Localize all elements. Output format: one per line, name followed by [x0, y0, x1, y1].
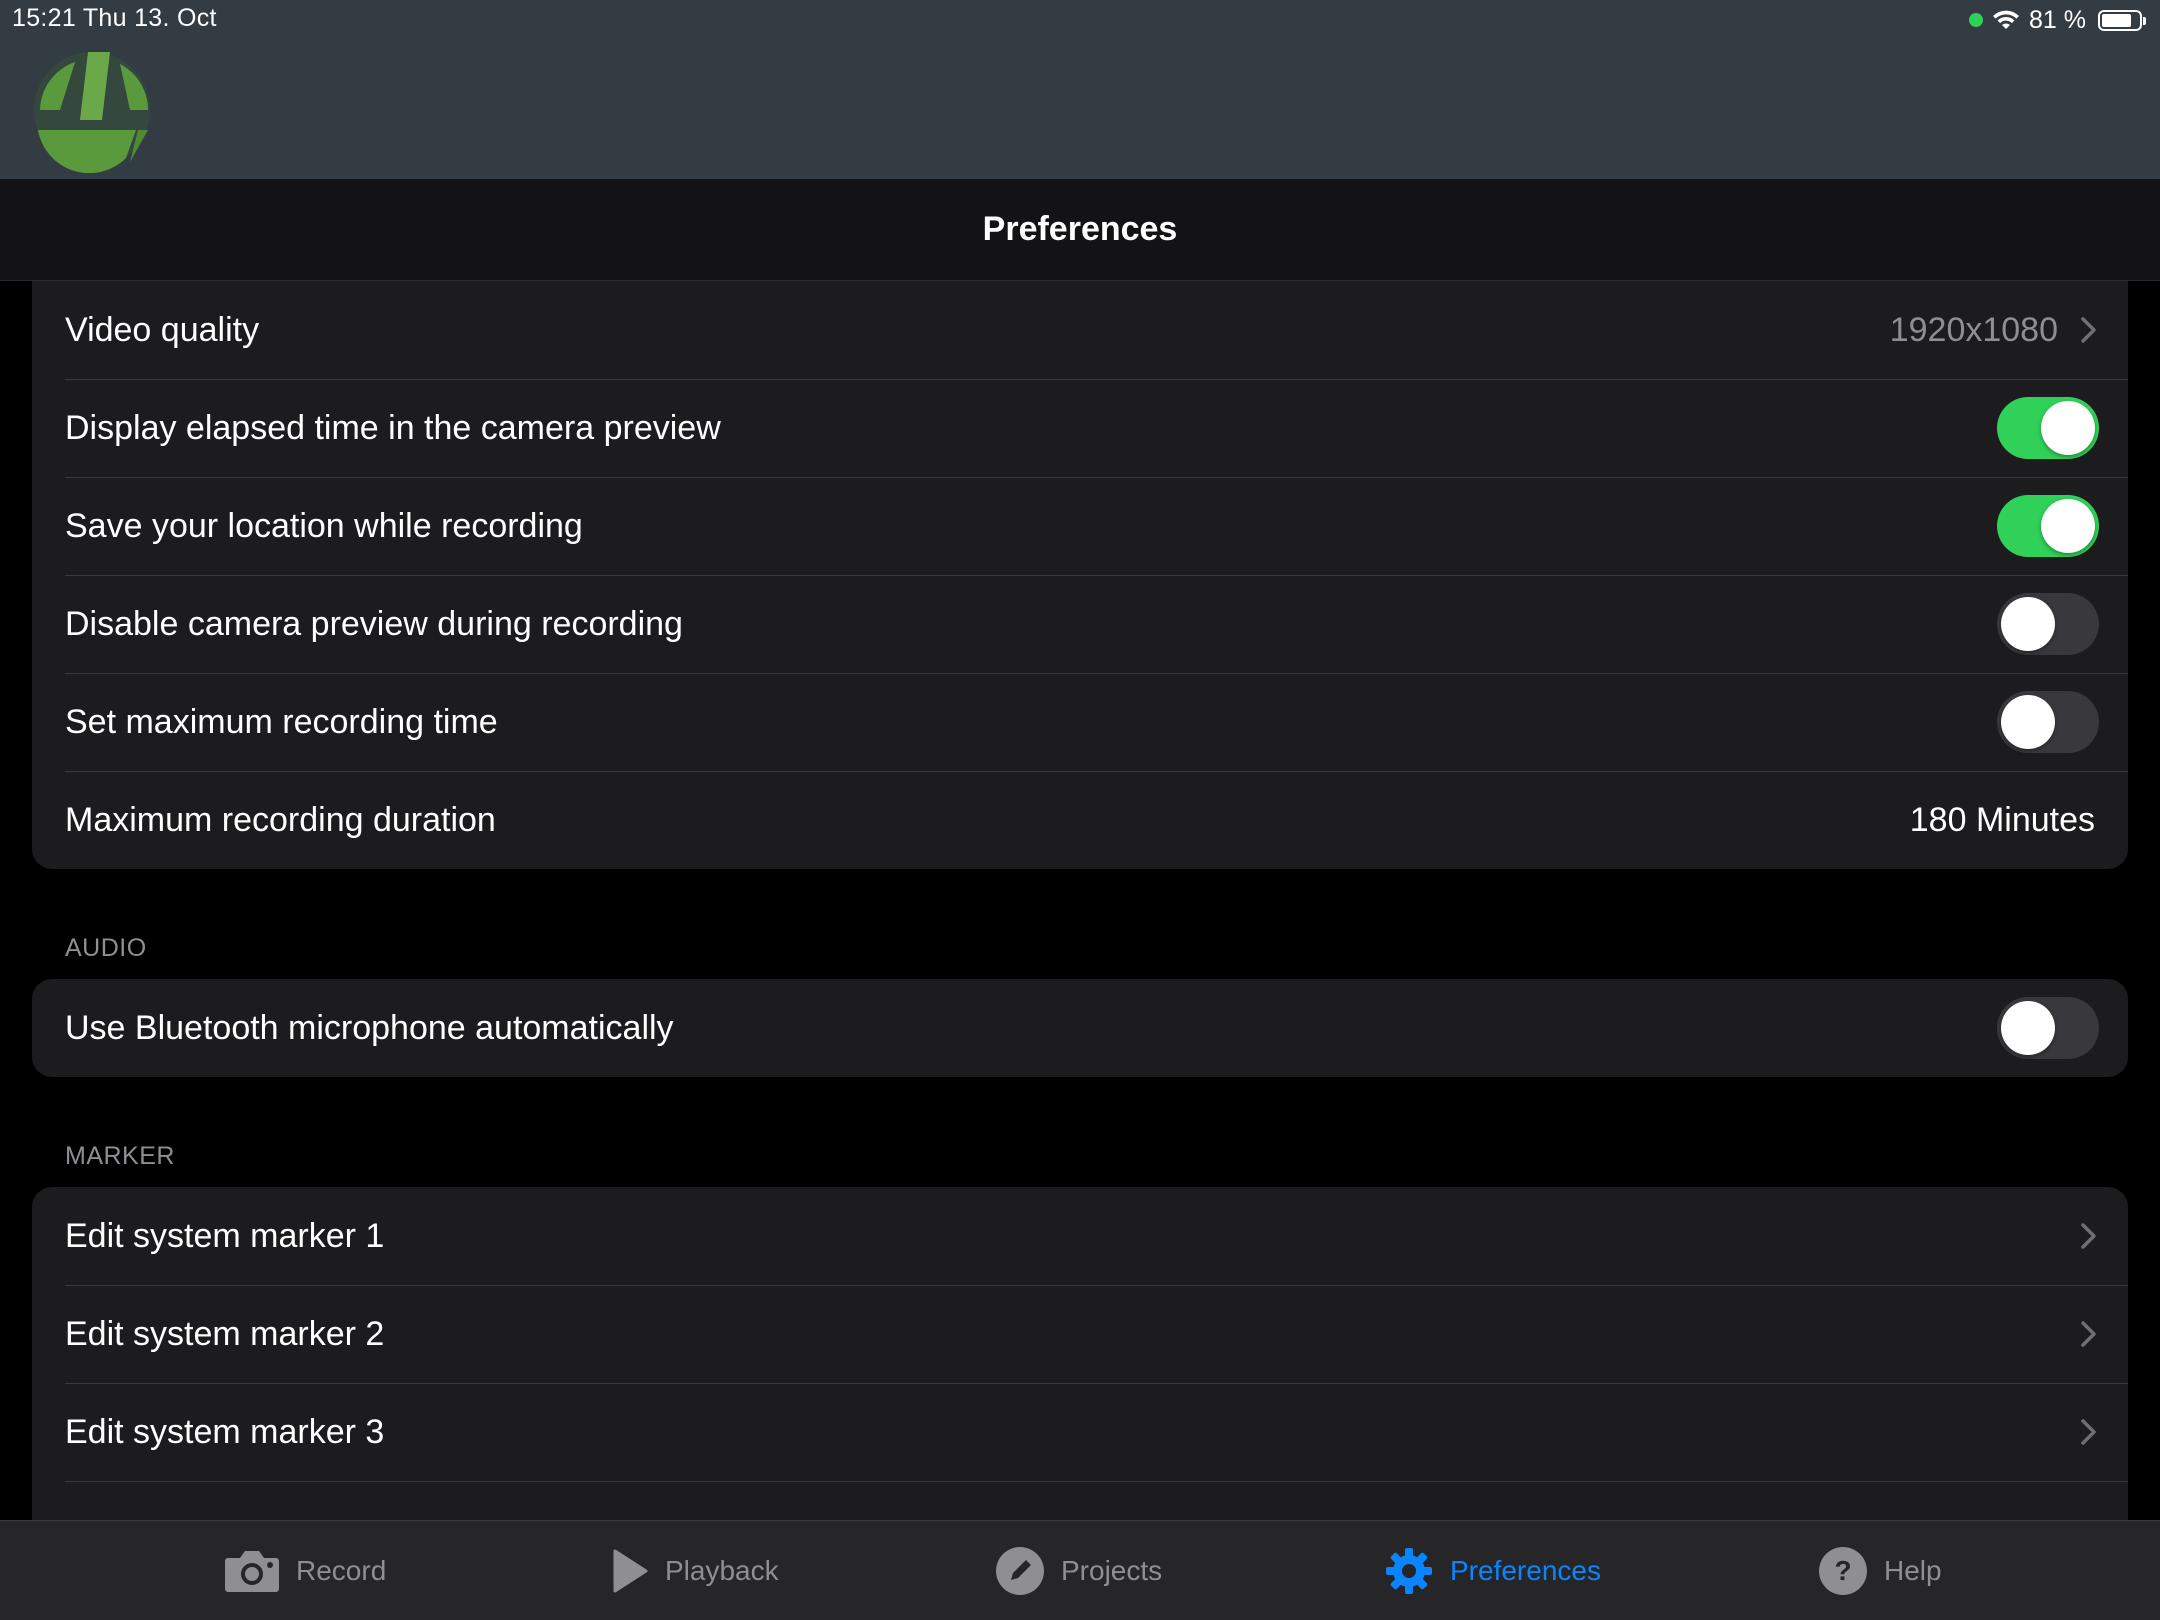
elapsed-time-label: Display elapsed time in the camera previ… — [65, 408, 721, 447]
page-title: Preferences — [982, 210, 1178, 248]
elapsed-time-row: Display elapsed time in the camera previ… — [32, 379, 2128, 477]
gear-icon — [1386, 1548, 1432, 1594]
marker-section-header: MARKER — [65, 1142, 175, 1170]
elapsed-time-toggle[interactable] — [1997, 397, 2099, 459]
chevron-right-icon — [2081, 317, 2096, 343]
tab-preferences[interactable]: Preferences — [1384, 1521, 1601, 1620]
save-location-label: Save your location while recording — [65, 506, 583, 545]
video-quality-label: Video quality — [65, 310, 260, 349]
max-recording-duration-row[interactable]: Maximum recording duration 180 Minutes — [32, 771, 2128, 869]
tab-playback[interactable]: Playback — [611, 1521, 779, 1620]
audio-settings-group: Use Bluetooth microphone automatically — [32, 979, 2128, 1077]
svg-text:?: ? — [1834, 1555, 1851, 1586]
chevron-right-icon — [2081, 1419, 2096, 1445]
bluetooth-mic-label: Use Bluetooth microphone automatically — [65, 1008, 674, 1047]
tab-help-label: Help — [1884, 1555, 1942, 1586]
disable-preview-row: Disable camera preview during recording — [32, 575, 2128, 673]
edit-marker-1-label: Edit system marker 1 — [65, 1216, 385, 1255]
pencil-icon — [996, 1547, 1044, 1595]
edit-marker-2-row[interactable]: Edit system marker 2 — [32, 1285, 2128, 1383]
tab-projects-label: Projects — [1061, 1555, 1163, 1586]
max-recording-time-toggle[interactable] — [1997, 691, 2099, 753]
audio-section-header: AUDIO — [65, 934, 147, 962]
video-settings-group: Video quality 1920x1080 Display elapsed … — [32, 281, 2128, 869]
app-logo — [34, 52, 150, 173]
video-quality-value: 1920x1080 — [1889, 310, 2058, 349]
app-header: 15:21 Thu 13. Oct 81 % — [0, 0, 2160, 179]
bluetooth-mic-row: Use Bluetooth microphone automatically — [32, 979, 2128, 1077]
battery-percentage: 81 % — [2029, 5, 2086, 34]
chevron-right-icon — [2081, 1223, 2096, 1249]
edit-marker-2-label: Edit system marker 2 — [65, 1314, 385, 1353]
navigation-bar: Preferences — [0, 179, 2160, 281]
max-recording-duration-label: Maximum recording duration — [65, 800, 496, 839]
save-location-toggle[interactable] — [1997, 495, 2099, 557]
edit-marker-3-label: Edit system marker 3 — [65, 1412, 385, 1451]
max-recording-time-label: Set maximum recording time — [65, 702, 498, 741]
battery-level — [2102, 13, 2131, 27]
tab-bar: Record Playback Projects Preferences ? H… — [0, 1520, 2160, 1620]
camera-icon — [225, 1551, 279, 1592]
disable-preview-label: Disable camera preview during recording — [65, 604, 683, 643]
tab-preferences-label: Preferences — [1450, 1555, 1601, 1586]
wifi-icon — [1993, 10, 2020, 29]
play-icon — [613, 1549, 648, 1593]
partial-row[interactable] — [32, 1481, 2128, 1520]
preferences-screen: 15:21 Thu 13. Oct 81 % Preferences Video… — [0, 0, 2160, 1620]
max-recording-time-row: Set maximum recording time — [32, 673, 2128, 771]
max-recording-duration-value: 180 Minutes — [1909, 800, 2095, 839]
tab-playback-label: Playback — [665, 1555, 779, 1586]
status-time-date: 15:21 Thu 13. Oct — [12, 4, 217, 32]
video-quality-row[interactable]: Video quality 1920x1080 — [32, 281, 2128, 379]
marker-settings-group: Edit system marker 1 Edit system marker … — [32, 1187, 2128, 1520]
edit-marker-3-row[interactable]: Edit system marker 3 — [32, 1383, 2128, 1481]
save-location-row: Save your location while recording — [32, 477, 2128, 575]
settings-list[interactable]: Video quality 1920x1080 Display elapsed … — [0, 281, 2160, 1520]
status-indicators: 81 % — [1969, 4, 2146, 36]
tab-record[interactable]: Record — [224, 1521, 386, 1620]
disable-preview-toggle[interactable] — [1997, 593, 2099, 655]
help-icon: ? — [1819, 1547, 1867, 1595]
bluetooth-mic-toggle[interactable] — [1997, 997, 2099, 1059]
recording-dot-icon — [1969, 13, 1984, 27]
chevron-right-icon — [2081, 1321, 2096, 1347]
battery-icon — [2098, 9, 2146, 31]
tab-record-label: Record — [296, 1555, 387, 1586]
tab-projects[interactable]: Projects — [995, 1521, 1162, 1620]
edit-marker-1-row[interactable]: Edit system marker 1 — [32, 1187, 2128, 1285]
tab-help[interactable]: ? Help — [1818, 1521, 1942, 1620]
